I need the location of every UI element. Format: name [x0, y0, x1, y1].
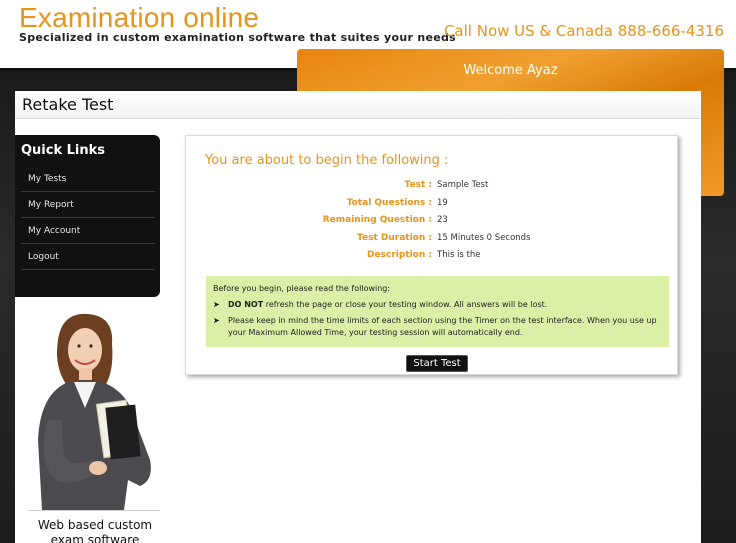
test-details: Test : Sample Test Total Questions : 19 …: [186, 180, 679, 268]
detail-value: 23: [437, 215, 448, 226]
detail-row-test-duration: Test Duration : 15 Minutes 0 Seconds: [186, 233, 679, 251]
detail-row-description: Description : This is the: [186, 250, 679, 268]
notice-bullet-1-text: DO NOT refresh the page or close your te…: [228, 299, 658, 311]
test-heading: You are about to begin the following :: [205, 153, 449, 168]
notice-bullet-1-bold: DO NOT: [228, 300, 264, 309]
notice-bullet-1-rest: refresh the page or close your testing w…: [263, 300, 548, 309]
caption-line-1: Web based custom: [37, 518, 153, 532]
detail-label: Description :: [367, 250, 432, 261]
call-now-text: Call Now US & Canada 888-666-4316: [443, 22, 724, 40]
detail-row-remaining-question: Remaining Question : 23: [186, 215, 679, 233]
quick-link-logout[interactable]: Logout: [21, 244, 155, 270]
detail-value: This is the: [437, 250, 481, 261]
quick-link-my-account[interactable]: My Account: [21, 218, 155, 244]
brand-tagline: Specialized in custom examination softwa…: [19, 31, 457, 44]
quick-links-title: Quick Links: [21, 143, 106, 158]
businesswoman-photo: [28, 310, 160, 510]
detail-value: 15 Minutes 0 Seconds: [437, 232, 531, 243]
arrow-bullet-icon: ➤: [213, 300, 220, 309]
quick-links-list: My Tests My Report My Account Logout: [21, 166, 155, 270]
start-test-button[interactable]: Start Test: [406, 355, 468, 372]
instructions-notice: Before you begin, please read the follow…: [206, 276, 669, 347]
detail-label: Test Duration :: [357, 232, 432, 243]
detail-label: Test :: [404, 180, 432, 190]
detail-label: Total Questions :: [346, 197, 432, 208]
detail-value: 19: [437, 197, 448, 208]
welcome-text: Welcome Ayaz: [463, 63, 558, 78]
brand-title[interactable]: Examination online: [19, 2, 259, 34]
photo-divider: [28, 510, 160, 511]
caption-line-2: exam software: [50, 533, 140, 543]
detail-label: Remaining Question :: [322, 215, 432, 226]
notice-intro: Before you begin, please read the follow…: [213, 284, 391, 293]
quick-links-panel: Quick Links My Tests My Report My Accoun…: [15, 135, 160, 297]
page-title: Retake Test: [22, 95, 114, 114]
test-details-box: You are about to begin the following : T…: [185, 135, 678, 375]
detail-row-total-questions: Total Questions : 19: [186, 198, 679, 216]
detail-value: Sample Test: [437, 180, 489, 190]
panel-title-bar: Retake Test: [15, 91, 701, 119]
quick-link-my-tests[interactable]: My Tests: [21, 166, 155, 192]
quick-link-my-report[interactable]: My Report: [21, 192, 155, 218]
detail-row-test: Test : Sample Test: [186, 180, 679, 198]
notice-bullet-2-text: Please keep in mind the time limits of e…: [228, 316, 657, 337]
arrow-bullet-icon: ➤: [213, 316, 220, 325]
photo-caption: Web based custom exam software: [28, 518, 162, 543]
